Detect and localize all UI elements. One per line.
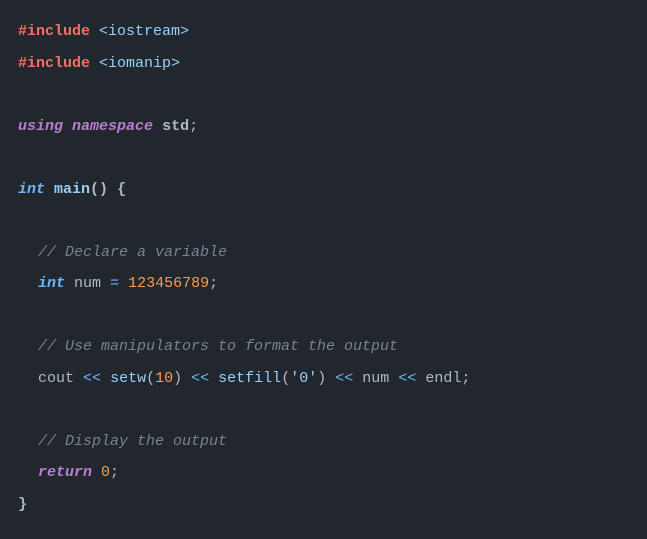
blank-line [18,300,629,332]
preproc-directive: #include [18,55,90,72]
ident-cout: cout [38,370,74,387]
char-literal: '0' [290,370,317,387]
brace-close: } [18,496,27,513]
code-block: #include <iostream> #include <iomanip> u… [18,16,629,520]
blank-line [18,142,629,174]
code-line-10: return 0; [18,457,629,489]
paren-open: ( [281,370,290,387]
code-line-3: using namespace std; [18,111,629,143]
paren-open: ( [146,370,155,387]
number-literal: 0 [101,464,110,481]
func-setfill: setfill [218,370,281,387]
comment: // Use manipulators to format the output [38,338,398,355]
code-line-1: #include <iostream> [18,16,629,48]
number-literal: 10 [155,370,173,387]
semicolon: ; [110,464,119,481]
operator-stream: << [398,370,416,387]
code-line-7: // Use manipulators to format the output [18,331,629,363]
semicolon: ; [461,370,470,387]
parens: () [90,181,108,198]
brace-open: { [117,181,126,198]
include-path: <iostream> [99,23,189,40]
ident-endl: endl [425,370,461,387]
code-line-5: // Declare a variable [18,237,629,269]
code-line-4: int main() { [18,174,629,206]
keyword-namespace: namespace [72,118,153,135]
var-num: num [362,370,389,387]
func-main: main [54,181,90,198]
var-num: num [74,275,101,292]
comment: // Declare a variable [38,244,227,261]
keyword-using: using [18,118,63,135]
comment: // Display the output [38,433,227,450]
code-line-6: int num = 123456789; [18,268,629,300]
type-int: int [18,181,45,198]
code-line-9: // Display the output [18,426,629,458]
keyword-return: return [38,464,92,481]
operator-stream: << [83,370,101,387]
number-literal: 123456789 [128,275,209,292]
semicolon: ; [209,275,218,292]
semicolon: ; [189,118,198,135]
type-int: int [38,275,65,292]
include-path: <iomanip> [99,55,180,72]
blank-line [18,394,629,426]
code-line-2: #include <iomanip> [18,48,629,80]
func-setw: setw [110,370,146,387]
blank-line [18,205,629,237]
operator-stream: << [335,370,353,387]
preproc-directive: #include [18,23,90,40]
code-line-11: } [18,489,629,521]
paren-close: ) [173,370,182,387]
blank-line [18,79,629,111]
paren-close: ) [317,370,326,387]
code-line-8: cout << setw(10) << setfill('0') << num … [18,363,629,395]
operator-assign: = [110,275,119,292]
namespace-name: std [162,118,189,135]
operator-stream: << [191,370,209,387]
